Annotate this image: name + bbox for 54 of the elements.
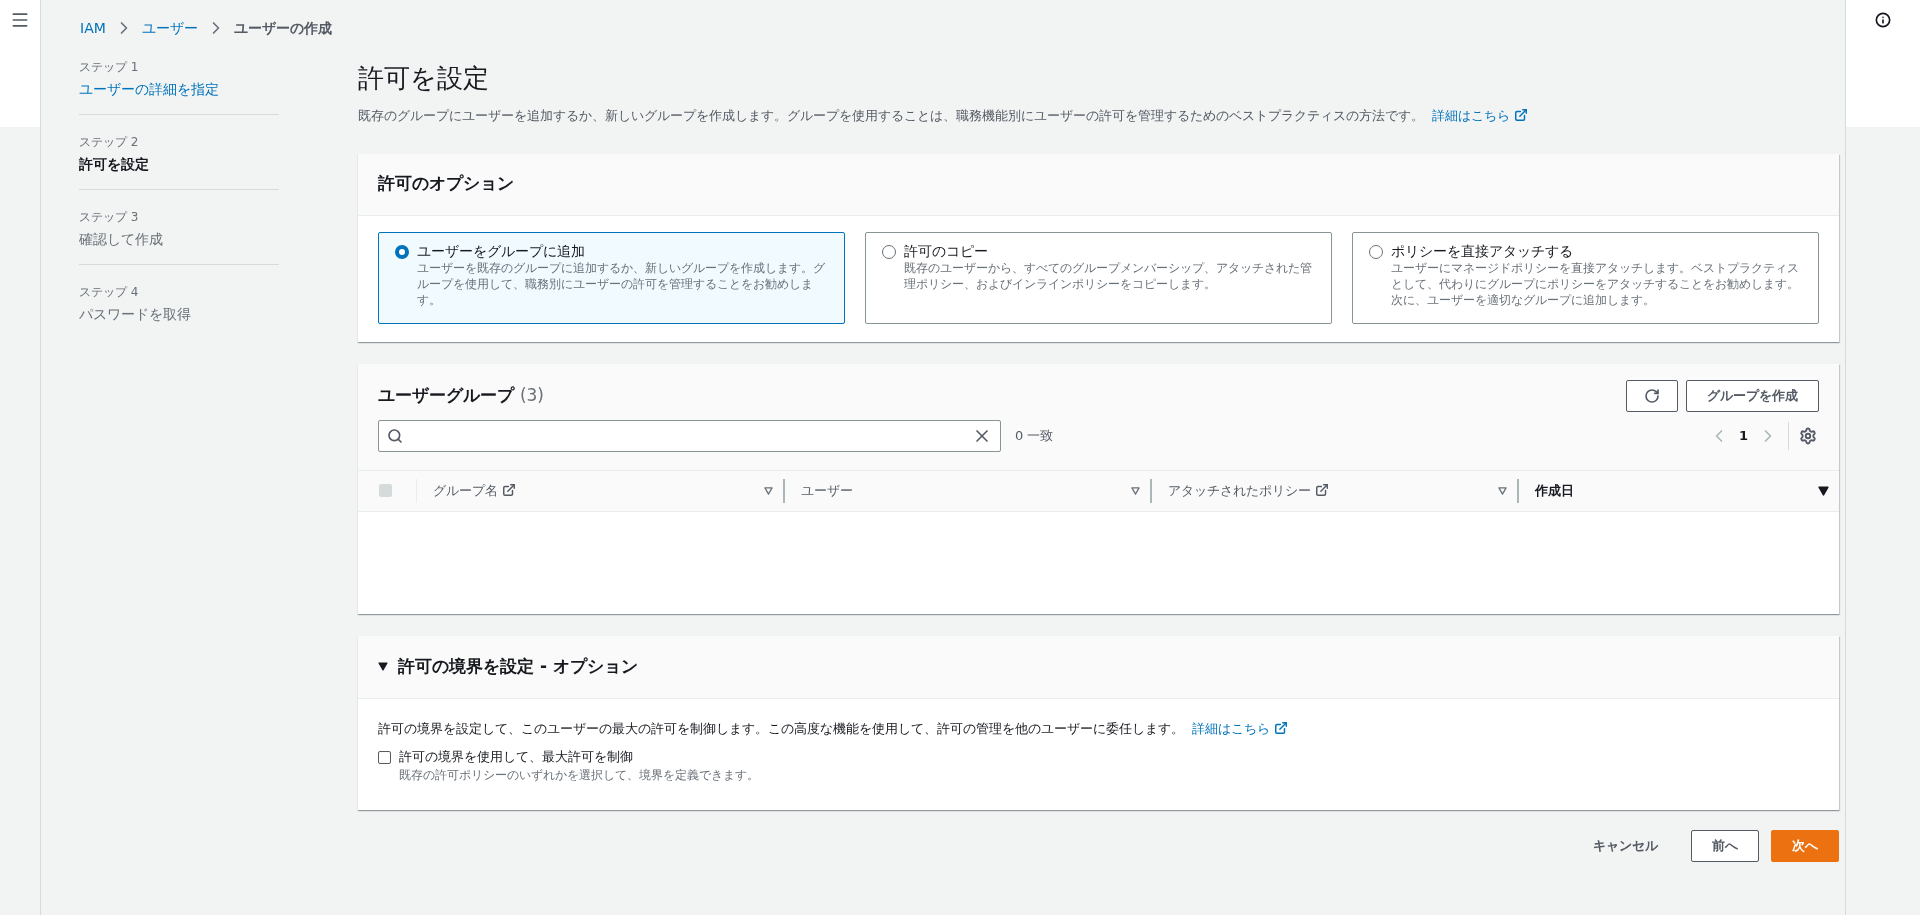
option-label: 許可のコピー bbox=[904, 241, 989, 260]
radio-button[interactable] bbox=[1369, 244, 1383, 259]
column-header[interactable]: グループ名 bbox=[433, 480, 516, 501]
previous-button[interactable]: 前へ bbox=[1691, 830, 1759, 862]
learn-more-link[interactable]: 詳細はこちら bbox=[1432, 108, 1529, 123]
external-link-icon bbox=[1514, 108, 1529, 122]
match-count: 0 一致 bbox=[1015, 426, 1054, 445]
breadcrumb-current: ユーザーの作成 bbox=[233, 18, 332, 38]
option-description: ユーザーにマネージドポリシーを直接アタッチします。ベストプラクティスとして、代わりにグループにポリシーをアタッチすることをお勧めします。次に、ユーザーを適切なグループに追加します。 bbox=[1391, 259, 1800, 308]
step-number: ステップ 1 bbox=[79, 59, 140, 76]
page-title: 許可を設定 bbox=[358, 62, 490, 94]
sort-icon[interactable] bbox=[1818, 485, 1829, 496]
step-link[interactable]: ユーザーの詳細を指定 bbox=[79, 79, 279, 100]
group-count: (3) bbox=[519, 384, 544, 405]
section-title: 許可のオプション bbox=[378, 172, 514, 196]
search-icon bbox=[387, 427, 403, 444]
breadcrumb-link[interactable]: ユーザー bbox=[141, 17, 198, 39]
create-group-button[interactable]: グループを作成 bbox=[1686, 379, 1819, 412]
breadcrumb-link[interactable]: IAM bbox=[80, 17, 106, 39]
column-header[interactable]: 作成日 bbox=[1535, 480, 1574, 501]
option-tile[interactable]: 許可のコピー 既存のユーザーから、すべてのグループメンバーシップ、アタッチされた管理ポリシー、およびインラインポリシーをコピーします。 bbox=[865, 231, 1332, 324]
cancel-button[interactable]: キャンセル bbox=[1572, 830, 1679, 862]
step-title: 許可を設定 bbox=[79, 155, 150, 174]
search-field[interactable] bbox=[378, 419, 1001, 452]
caret-icon bbox=[378, 662, 388, 671]
step-title: 確認して作成 bbox=[79, 230, 164, 249]
checkbox-label: 許可の境界を使用して、最大許可を制御 bbox=[399, 748, 634, 766]
option-tile[interactable]: ポリシーを直接アタッチする ユーザーにマネージドポリシーを直接アタッチします。ベストプラクティスとして、代わりにグループにポリシーをアタッチすることをお勧めします。次に、ユーザーを適切なグループに追加します。 bbox=[1352, 231, 1819, 324]
step-number: ステップ 3 bbox=[79, 209, 140, 226]
external-link-icon bbox=[1274, 720, 1289, 735]
option-description: ユーザーを既存のグループに追加するか、新しいグループを作成します。グループを使用して、職務別にユーザーの許可を管理することをお勧めします。 bbox=[417, 259, 826, 308]
column-header[interactable]: ユーザー bbox=[801, 480, 853, 501]
page-description: 既存のグループにユーザーを追加するか、新しいグループを作成します。グループを使用することは、職務機能別にユーザーの許可を管理するためのベストプラクティスの方法です。 bbox=[358, 108, 1424, 123]
radio-button[interactable] bbox=[395, 244, 409, 259]
boundary-expander[interactable]: 許可の境界を設定 - オプション bbox=[358, 635, 1839, 699]
option-label: ユーザーをグループに追加 bbox=[417, 241, 586, 260]
refresh-icon bbox=[1644, 387, 1660, 404]
step-number: ステップ 4 bbox=[79, 284, 140, 301]
select-all-checkbox[interactable] bbox=[379, 484, 392, 497]
option-label: ポリシーを直接アタッチする bbox=[1391, 241, 1574, 260]
checkbox-description: 既存の許可ポリシーのいずれかを選択して、境界を定義できます。 bbox=[399, 767, 759, 784]
column-header[interactable]: アタッチされたポリシー bbox=[1168, 480, 1329, 501]
boundary-description: 許可の境界を設定して、このユーザーの最大の許可を制御します。この高度な機能を使用して、許可の管理を他のユーザーに委任します。 bbox=[378, 720, 1184, 736]
step-number: ステップ 2 bbox=[79, 134, 140, 151]
checkbox[interactable] bbox=[378, 751, 391, 764]
radio-button[interactable] bbox=[882, 244, 896, 259]
settings-icon[interactable] bbox=[1799, 426, 1817, 445]
page-number[interactable]: 1 bbox=[1738, 425, 1748, 446]
option-description: 既存のユーザーから、すべてのグループメンバーシップ、アタッチされた管理ポリシー、およびインラインポリシーをコピーします。 bbox=[904, 259, 1313, 292]
option-tile[interactable]: ユーザーをグループに追加 ユーザーを既存のグループに追加するか、新しいグループを作成します。グループを使用して、職務別にユーザーの許可を管理することをお勧めします。 bbox=[378, 231, 845, 324]
step-title: パスワードを取得 bbox=[79, 305, 192, 324]
section-title: ユーザーグループ bbox=[378, 384, 514, 405]
learn-more-link[interactable]: 詳細はこちら bbox=[1192, 720, 1289, 736]
refresh-button[interactable] bbox=[1626, 379, 1678, 412]
